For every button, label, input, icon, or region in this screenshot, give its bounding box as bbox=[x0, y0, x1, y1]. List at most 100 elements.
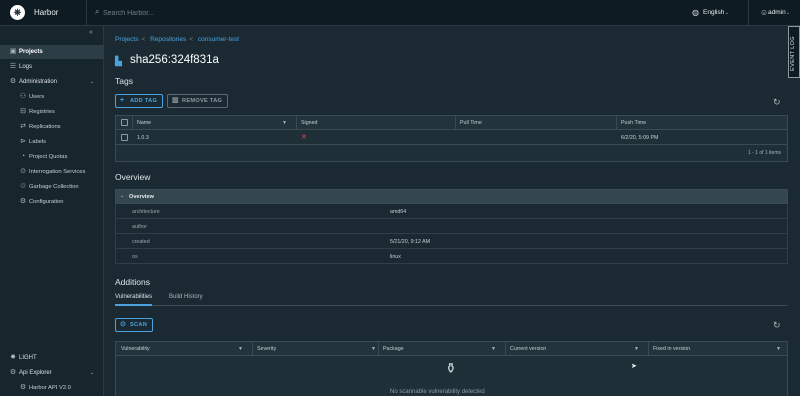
page-title: sha256:324f831a bbox=[130, 54, 219, 66]
event-log-tab[interactable]: EVENT LOG bbox=[788, 26, 800, 78]
scan-label: SCAN bbox=[130, 322, 148, 328]
labels-icon: ⊳ bbox=[20, 138, 26, 145]
remove-tag-label: REMOVE TAG bbox=[182, 98, 223, 104]
sidebar-item-logs[interactable]: ☰ Logs bbox=[0, 60, 104, 74]
tags-heading: Tags bbox=[115, 76, 133, 86]
column-header-signed[interactable]: Signed bbox=[301, 120, 318, 126]
remove-tag-button[interactable]: ▥ REMOVE TAG bbox=[167, 94, 229, 108]
list-item: author bbox=[115, 219, 788, 234]
refresh-icon[interactable]: ↻ bbox=[773, 320, 781, 331]
overview-key: author bbox=[132, 224, 148, 230]
sidebar-item-label: Harbor API V2.0 bbox=[29, 385, 71, 391]
filter-icon[interactable]: ▼ bbox=[238, 346, 243, 352]
user-icon[interactable]: ☺ bbox=[760, 8, 768, 17]
overview-key: os bbox=[132, 254, 138, 260]
theme-toggle[interactable]: ✸ LIGHT bbox=[0, 351, 104, 365]
empty-state-icon: ⚱ bbox=[445, 360, 457, 376]
filter-icon[interactable]: ▼ bbox=[776, 346, 781, 352]
not-signed-icon: ✕ bbox=[301, 134, 307, 141]
api-doc-icon: ⚙ bbox=[19, 384, 27, 391]
sidebar-item-labels[interactable]: ⊳ Labels bbox=[0, 135, 104, 149]
column-header-severity[interactable]: Severity bbox=[257, 346, 276, 352]
add-tag-label: ADD TAG bbox=[130, 98, 158, 104]
add-tag-button[interactable]: + ADD TAG bbox=[115, 94, 164, 108]
column-divider bbox=[648, 342, 649, 356]
select-all-checkbox[interactable] bbox=[121, 119, 128, 126]
overview-panel: ⌄ Overview architecture amd64 author cre… bbox=[115, 189, 788, 271]
sidebar-item-label: Project Quotas bbox=[29, 154, 68, 160]
tab-vulnerabilities[interactable]: Vulnerabilities bbox=[115, 294, 153, 306]
sidebar-item-administration[interactable]: ⚙ Administration ⌄ bbox=[0, 75, 104, 89]
overview-key: created bbox=[132, 239, 150, 245]
tag-name: 1.0.3 bbox=[137, 135, 149, 141]
column-divider bbox=[455, 116, 456, 130]
harbor-logo-icon[interactable]: ⎈ bbox=[10, 5, 25, 20]
filter-icon[interactable]: ▼ bbox=[491, 346, 496, 352]
plus-icon: + bbox=[120, 97, 125, 104]
sidebar-item-label: Configuration bbox=[29, 199, 64, 205]
sidebar-item-label: Logs bbox=[19, 64, 33, 70]
sidebar-item-replications[interactable]: ⇄ Replications bbox=[0, 120, 104, 134]
filter-icon[interactable]: ▼ bbox=[371, 346, 376, 352]
column-header-vulnerability[interactable]: Vulnerability bbox=[121, 346, 150, 352]
registries-icon: ⊟ bbox=[20, 108, 26, 115]
main-content: Projects < Repositories < consumer-test ▙ … bbox=[104, 26, 788, 396]
column-header-pull-time[interactable]: Pull Time bbox=[460, 120, 482, 126]
language-selector[interactable]: English bbox=[703, 9, 724, 16]
chevron-down-icon[interactable]: ⌄ bbox=[725, 10, 729, 16]
breadcrumb-projects[interactable]: Projects bbox=[115, 36, 138, 43]
sidebar-item-label: Labels bbox=[29, 139, 47, 145]
column-divider bbox=[378, 342, 379, 356]
logs-icon: ☰ bbox=[9, 63, 17, 70]
theme-label: LIGHT bbox=[19, 355, 37, 361]
overview-key: architecture bbox=[132, 209, 160, 215]
sidebar-item-configuration[interactable]: ⚙ Configuration bbox=[0, 195, 104, 209]
filter-icon[interactable]: ▼ bbox=[634, 346, 639, 352]
sidebar-item-projects[interactable]: ▣ Projects bbox=[0, 45, 104, 59]
user-menu[interactable]: admin bbox=[768, 9, 786, 16]
table-header: Vulnerability ▼ Severity ▼ Package ▼ Cur… bbox=[116, 342, 787, 356]
sidebar-item-label: Registries bbox=[29, 109, 55, 115]
scan-button[interactable]: ⊙ SCAN bbox=[115, 318, 154, 332]
sidebar-item-project-quotas[interactable]: ◔ Project Quotas bbox=[0, 150, 104, 164]
sidebar-item-garbage-collection[interactable]: ♲ Garbage Collection bbox=[0, 180, 104, 194]
column-header-push-time[interactable]: Push Time bbox=[621, 120, 646, 126]
quotas-icon: ◔ bbox=[20, 153, 26, 160]
trash-icon: ▥ bbox=[172, 97, 179, 104]
column-divider bbox=[252, 342, 253, 356]
tab-build-history[interactable]: Build History bbox=[169, 294, 203, 300]
top-header: ⎈ Harbor ⌕ ◍ English ⌄ ☺ admin ⌄ bbox=[0, 0, 800, 26]
refresh-icon[interactable]: ↻ bbox=[773, 97, 781, 108]
sidebar-item-label: Garbage Collection bbox=[29, 184, 79, 190]
column-header-package[interactable]: Package bbox=[383, 346, 404, 352]
column-divider bbox=[505, 342, 506, 356]
sidebar-item-harbor-api-v2[interactable]: ⚙ Harbor API V2.0 bbox=[0, 381, 104, 395]
app-title[interactable]: Harbor bbox=[34, 8, 58, 17]
collapse-sidebar-icon[interactable]: « bbox=[89, 29, 93, 36]
breadcrumb-repo[interactable]: consumer-test bbox=[198, 36, 239, 43]
table-row[interactable]: 1.0.3 ✕ 6/2/20, 5:09 PM bbox=[116, 131, 787, 145]
breadcrumb-repositories[interactable]: Repositories bbox=[150, 36, 186, 43]
overview-value: 5/21/20, 9:12 AM bbox=[390, 239, 431, 245]
row-checkbox[interactable] bbox=[121, 134, 128, 141]
sidebar-item-api-explorer[interactable]: ⚙ Api Explorer ⌄ bbox=[0, 366, 104, 380]
column-header-name[interactable]: Name bbox=[137, 120, 151, 126]
empty-state-text: No scannable vulnerability detected bbox=[390, 389, 485, 395]
sidebar-item-label: Administration bbox=[19, 79, 58, 85]
column-header-fixed-in-version[interactable]: Fixed in version bbox=[653, 346, 690, 352]
chevron-down-icon[interactable]: ⌄ bbox=[786, 10, 790, 16]
sidebar-item-interrogation-services[interactable]: ⊙ Interrogation Services bbox=[0, 165, 104, 179]
search-input[interactable] bbox=[103, 7, 303, 19]
filter-icon[interactable]: ▼ bbox=[282, 120, 287, 126]
sidebar-item-registries[interactable]: ⊟ Registries bbox=[0, 105, 104, 119]
chevron-down-icon: ⌄ bbox=[90, 79, 95, 85]
breadcrumb-separator: < bbox=[189, 36, 194, 43]
pagination-info: 1 - 1 of 1 items bbox=[747, 150, 781, 156]
globe-icon[interactable]: ◍ bbox=[692, 8, 699, 17]
overview-section-toggle[interactable]: ⌄ Overview bbox=[115, 189, 788, 204]
admin-icon: ⚙ bbox=[9, 78, 17, 85]
column-header-current-version[interactable]: Current version bbox=[510, 346, 546, 352]
sidebar-item-users[interactable]: ⚇ Users bbox=[0, 90, 104, 104]
column-divider bbox=[132, 116, 133, 130]
sidebar-item-label: Replications bbox=[29, 124, 61, 130]
